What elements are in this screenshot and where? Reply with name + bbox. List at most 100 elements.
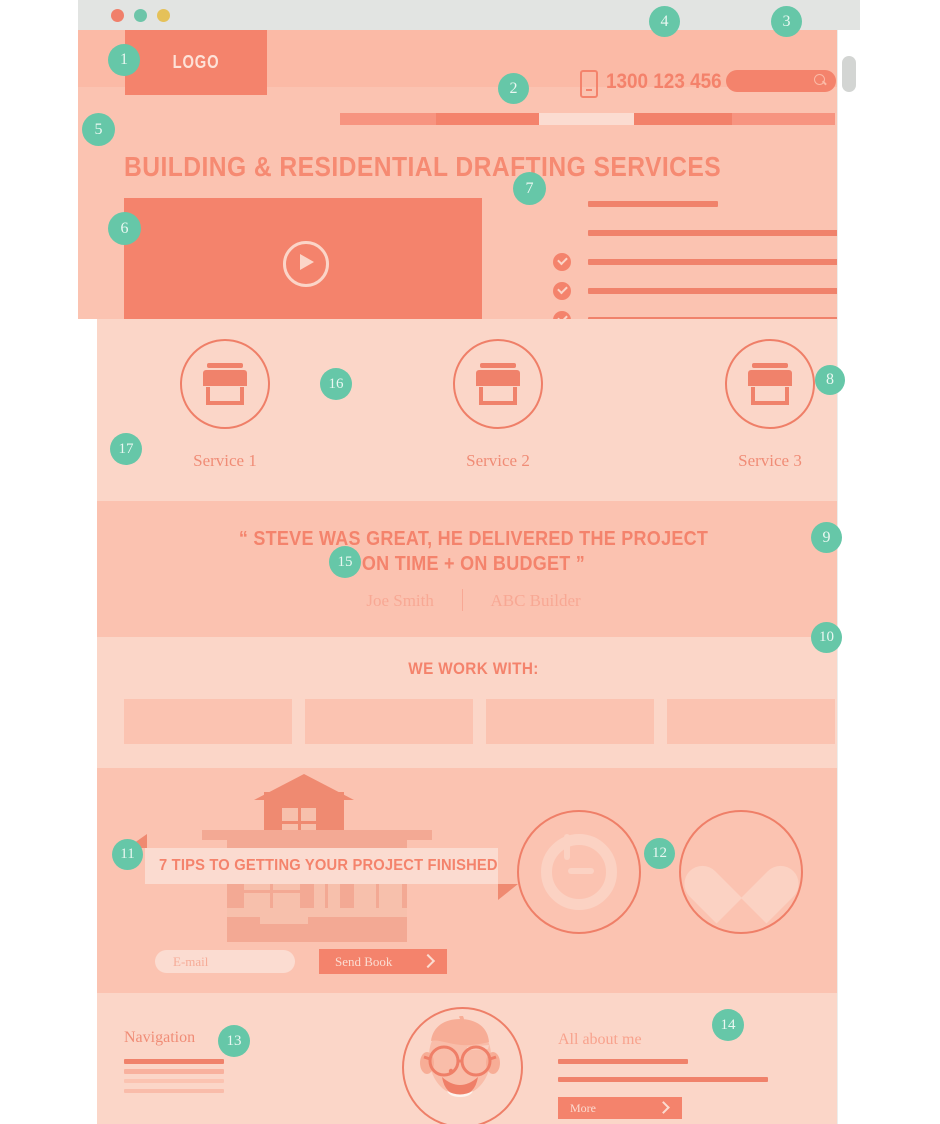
callout-badge-10: 10 (811, 622, 842, 653)
hero-list-item (510, 225, 846, 254)
phone-number[interactable]: 1300 123 456 (606, 70, 722, 94)
service-label: Service 2 (466, 451, 530, 470)
send-book-label: Send Book (335, 954, 393, 969)
checkmark-icon (553, 282, 571, 300)
callout-badge-16: 16 (320, 368, 352, 400)
ebook-ribbon: 7 TIPS TO GETTING YOUR PROJECT FINISHED (145, 848, 498, 884)
testimonial-company: ABC Builder (490, 591, 581, 610)
heart-icon (706, 842, 776, 904)
chevron-right-icon (657, 1101, 670, 1114)
browser-titlebar (78, 0, 860, 30)
hero-section: LOGO 1300 123 456 BUILDING & RESIDENTIAL… (78, 30, 850, 329)
service-card-2[interactable]: Service 2 (418, 339, 578, 471)
footer-nav-link-3[interactable] (124, 1079, 224, 1083)
callout-badge-14: 14 (712, 1009, 744, 1041)
hero-list-item (510, 196, 820, 225)
house-steps-shape (260, 917, 308, 924)
callout-badge-11: 11 (112, 839, 143, 870)
placeholder-text-bar (588, 259, 846, 265)
search-icon[interactable] (814, 74, 825, 85)
checkmark-icon (553, 253, 571, 271)
callout-badge-3: 3 (771, 6, 802, 37)
placeholder-text-bar (588, 288, 846, 294)
main-navigation[interactable] (78, 113, 850, 125)
shop-storefront-icon (476, 363, 520, 405)
service-label: Service 1 (193, 451, 257, 470)
ribbon-tail-right (498, 884, 518, 900)
testimonial-author: Joe Smith (366, 591, 434, 610)
scrollbar-thumb[interactable] (842, 56, 856, 92)
callout-badge-2: 2 (498, 73, 529, 104)
partners-title: WE WORK WITH: (408, 659, 539, 678)
service-icon-ring (453, 339, 543, 429)
maximize-window-dot[interactable] (157, 9, 170, 22)
partner-logo-3[interactable] (486, 699, 654, 744)
about-text-bar-1 (558, 1059, 688, 1064)
page-viewport: LOGO 1300 123 456 BUILDING & RESIDENTIAL… (78, 30, 860, 1124)
placeholder-text-bar (588, 201, 718, 207)
shop-storefront-icon (203, 363, 247, 405)
avatar (402, 1007, 523, 1124)
service-label: Service 3 (738, 451, 802, 470)
callout-badge-17: 17 (110, 433, 142, 465)
avatar-face-icon (420, 1016, 500, 1097)
footer-nav-link-1[interactable] (124, 1059, 224, 1064)
callout-badge-8: 8 (815, 365, 845, 395)
ebook-title: 7 TIPS TO GETTING YOUR PROJECT FINISHED (159, 857, 498, 874)
callout-badge-15: 15 (329, 546, 361, 578)
about-title: All about me (558, 1031, 642, 1048)
partner-logo-4[interactable] (667, 699, 835, 744)
callout-badge-1: 1 (108, 44, 140, 76)
site-logo[interactable]: LOGO (125, 30, 267, 95)
scrollbar-track-cap (842, 30, 856, 50)
footer-nav-link-4[interactable] (124, 1089, 224, 1093)
shop-storefront-icon (748, 363, 792, 405)
browser-window: LOGO 1300 123 456 BUILDING & RESIDENTIAL… (78, 0, 860, 1124)
email-placeholder: E-mail (173, 954, 209, 969)
nav-segment-3[interactable] (539, 113, 634, 125)
testimonial-attribution: Joe Smith ABC Builder (97, 589, 850, 611)
service-card-1[interactable]: Service 1 (145, 339, 305, 471)
page-scrollbar[interactable] (837, 30, 860, 1124)
service-icon-ring (725, 339, 815, 429)
heart-badge (679, 810, 803, 934)
nav-segment-5[interactable] (732, 113, 835, 125)
callout-badge-6: 6 (108, 212, 141, 245)
hero-list-item (510, 253, 846, 283)
hero-list-item (510, 282, 846, 312)
attribution-divider (462, 589, 464, 611)
play-button-icon[interactable] (283, 241, 329, 287)
about-text-bar-2 (558, 1077, 768, 1082)
clock-hour-hand (564, 834, 570, 860)
email-input[interactable]: E-mail (155, 950, 295, 973)
partners-section: WE WORK WITH: (97, 637, 850, 768)
callout-badge-12: 12 (644, 838, 675, 869)
nav-segment-1[interactable] (340, 113, 436, 125)
hero-video-player[interactable] (124, 198, 482, 324)
nav-segment-4[interactable] (634, 113, 732, 125)
more-button[interactable]: More (558, 1097, 682, 1119)
partner-logo-1[interactable] (124, 699, 292, 744)
footer-nav-link-2[interactable] (124, 1069, 224, 1074)
service-card-3[interactable]: Service 3 (690, 339, 850, 471)
send-book-button[interactable]: Send Book (319, 949, 447, 974)
callout-badge-5: 5 (82, 113, 115, 146)
clock-badge (517, 810, 641, 934)
close-window-dot[interactable] (111, 9, 124, 22)
service-icon-ring (180, 339, 270, 429)
minimize-window-dot[interactable] (134, 9, 147, 22)
testimonial-quote-line-1: “ STEVE WAS GREAT, HE DELIVERED THE PROJ… (238, 528, 709, 550)
house-base-shape (227, 908, 407, 917)
more-label: More (570, 1101, 596, 1115)
testimonial-section: “ STEVE WAS GREAT, HE DELIVERED THE PROJ… (97, 501, 850, 637)
footer-nav-title: Navigation (124, 1029, 196, 1046)
hero-title: BUILDING & RESIDENTIAL DRAFTING SERVICES (124, 151, 722, 182)
nav-segment-2[interactable] (436, 113, 539, 125)
clock-minute-hand (568, 868, 594, 874)
services-section: Service 1 Service 2 Service 3 (97, 319, 850, 501)
chevron-right-icon (420, 953, 436, 969)
partner-logo-2[interactable] (305, 699, 473, 744)
ebook-cta-section: 7 TIPS TO GETTING YOUR PROJECT FINISHED … (97, 768, 850, 993)
search-input[interactable] (726, 70, 836, 92)
callout-badge-9: 9 (811, 522, 842, 553)
